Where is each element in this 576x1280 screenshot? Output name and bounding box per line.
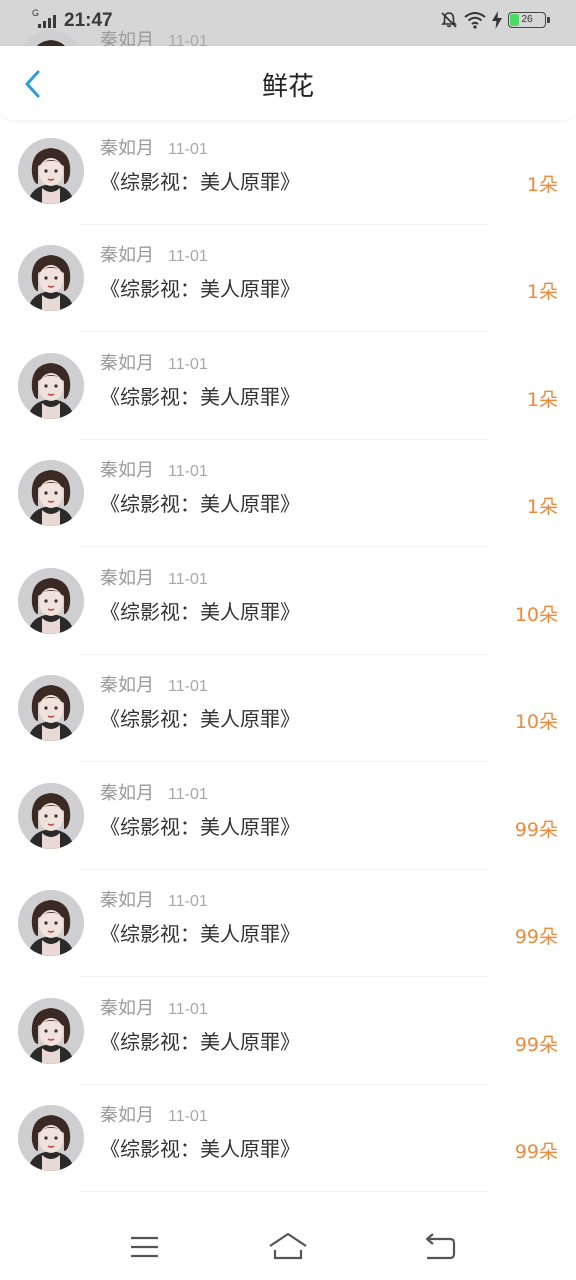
gift-date: 11-01 — [168, 785, 208, 803]
item-meta: 秦如月 11-01 — [100, 134, 208, 160]
home-button[interactable] — [266, 1228, 310, 1266]
book-title: 《综影视：美人原罪》 — [100, 599, 300, 624]
book-title: 《综影视：美人原罪》 — [100, 814, 300, 839]
giver-name: 秦如月 — [100, 567, 154, 589]
avatar[interactable] — [18, 460, 84, 526]
giver-name: 秦如月 — [100, 137, 154, 159]
giver-name: 秦如月 — [100, 1105, 154, 1126]
top-app-bar: 鲜花 — [0, 46, 576, 120]
divider — [80, 1191, 488, 1192]
flower-count: 1朵 — [526, 281, 558, 303]
home-icon — [269, 1232, 307, 1260]
flower-count: 99朵 — [514, 818, 558, 841]
avatar[interactable] — [18, 890, 84, 956]
giver-name: 秦如月 — [100, 352, 154, 374]
book-title: 《综影视：美人原罪》 — [100, 1029, 300, 1054]
list-item[interactable]: 秦如月 11-01 《综影视：美人原罪》 1朵 — [0, 333, 576, 440]
gift-date: 11-01 — [168, 248, 208, 265]
list-item[interactable]: 秦如月 11-01 《综影视：美人原罪》 99朵 — [0, 978, 576, 1085]
avatar[interactable] — [18, 352, 84, 419]
book-title: 《综影视：美人原罪》 — [100, 707, 300, 731]
list-item[interactable]: 秦如月 11-01 《综影视：美人原罪》 1朵 — [0, 225, 576, 332]
system-nav-bar — [0, 1214, 576, 1280]
item-meta: 秦如月 11-01 — [100, 994, 208, 1020]
flower-count: 99朵 — [514, 926, 558, 948]
item-meta: 秦如月 11-01 — [100, 241, 208, 267]
book-title: 《综影视：美人原罪》 — [100, 277, 300, 301]
item-meta: 秦如月 11-01 — [100, 779, 208, 805]
flower-count: 1朵 — [526, 496, 558, 518]
item-meta: 秦如月 11-01 — [100, 564, 208, 590]
item-meta: 秦如月 11-01 — [100, 886, 208, 912]
item-meta: 秦如月 11-01 — [100, 671, 208, 697]
avatar[interactable] — [18, 137, 84, 204]
menu-icon — [131, 1236, 158, 1258]
giver-name: 秦如月 — [100, 245, 154, 266]
item-meta: 秦如月 11-01 — [100, 349, 208, 375]
gift-date: 11-01 — [168, 893, 208, 910]
flower-count: 99朵 — [514, 1141, 558, 1163]
gift-date: 11-01 — [168, 140, 208, 158]
flower-count: 1朵 — [526, 388, 558, 411]
book-title: 《综影视：美人原罪》 — [100, 169, 300, 194]
gift-date: 11-01 — [168, 570, 208, 588]
book-title: 《综影视：美人原罪》 — [100, 922, 300, 946]
list-item[interactable]: 秦如月 11-01 《综影视：美人原罪》 10朵 — [0, 548, 576, 655]
book-title: 《综影视：美人原罪》 — [100, 384, 300, 409]
avatar[interactable] — [18, 245, 84, 311]
item-meta: 秦如月 11-01 — [100, 456, 208, 482]
gift-date: 11-01 — [168, 355, 208, 373]
list-item[interactable]: 秦如月 11-01 《综影视：美人原罪》 99朵 — [0, 763, 576, 870]
avatar[interactable] — [18, 782, 84, 849]
gift-date: 11-01 — [168, 1108, 208, 1125]
book-title: 《综影视：美人原罪》 — [100, 1137, 300, 1161]
gift-date: 11-01 — [168, 678, 208, 695]
avatar[interactable] — [18, 1105, 84, 1171]
list-item[interactable]: 秦如月 11-01 《综影视：美人原罪》 10朵 — [0, 655, 576, 762]
list-item[interactable]: 秦如月 11-01 《综影视：美人原罪》 99朵 — [0, 1085, 576, 1192]
back-icon — [425, 1233, 456, 1260]
avatar[interactable] — [18, 997, 84, 1064]
giver-name: 秦如月 — [100, 460, 154, 481]
avatar[interactable] — [18, 567, 84, 634]
giver-name: 秦如月 — [100, 782, 154, 804]
menu-button[interactable] — [122, 1228, 166, 1266]
flower-count: 99朵 — [514, 1033, 558, 1056]
flower-count: 10朵 — [514, 711, 558, 733]
flower-count: 10朵 — [514, 603, 558, 626]
giver-name: 秦如月 — [100, 675, 154, 696]
back-nav-button[interactable] — [418, 1228, 462, 1266]
list-item[interactable]: 秦如月 11-01 《综影视：美人原罪》 99朵 — [0, 870, 576, 977]
giver-name: 秦如月 — [100, 997, 154, 1019]
giver-name: 秦如月 — [100, 890, 154, 911]
gift-date: 11-01 — [168, 1000, 208, 1018]
book-title: 《综影视：美人原罪》 — [100, 492, 300, 516]
list-item[interactable]: 秦如月 11-01 《综影视：美人原罪》 1朵 — [0, 118, 576, 225]
flower-count: 1朵 — [526, 173, 558, 196]
list-item[interactable]: 秦如月 11-01 《综影视：美人原罪》 1朵 — [0, 440, 576, 547]
gift-date: 11-01 — [168, 463, 208, 480]
item-meta: 秦如月 11-01 — [100, 1101, 208, 1127]
page-title: 鲜花 — [261, 72, 314, 102]
avatar[interactable] — [18, 675, 84, 741]
